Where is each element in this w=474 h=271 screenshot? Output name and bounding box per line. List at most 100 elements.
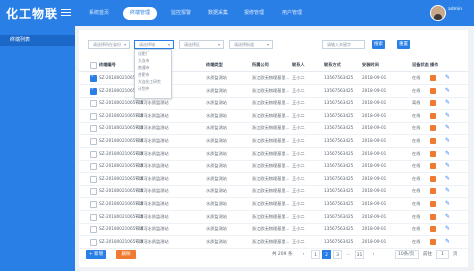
edit-icon[interactable]: ✎	[445, 99, 452, 106]
row-checkbox[interactable]	[90, 150, 97, 158]
trash-icon[interactable]	[430, 100, 436, 107]
app-logo: 化工物联	[6, 7, 59, 21]
edit-icon[interactable]: ✎	[445, 200, 452, 207]
trash-icon[interactable]	[430, 175, 436, 182]
district-select[interactable]: 请选择区 ▾	[179, 40, 224, 49]
nav-tab[interactable]: 数据采集	[207, 7, 229, 20]
table-row[interactable]: SZ-20180021065725平潭河水质监测站水质监测站浙江欧无物理基里..…	[79, 223, 468, 237]
column-header: 联系人	[292, 62, 305, 67]
page-number-button[interactable]: 1	[311, 250, 320, 259]
dropdown-option[interactable]: 大连市	[135, 57, 171, 64]
row-checkbox[interactable]	[90, 238, 97, 246]
table-row[interactable]: SZ-20180021065725平潭河水质监测站水质监测站浙江欧无物理基里..…	[79, 198, 468, 211]
edit-icon[interactable]: ✎	[445, 162, 452, 169]
reset-button[interactable]: 重置	[397, 40, 410, 49]
row-checkbox[interactable]	[90, 163, 97, 171]
edit-icon[interactable]: ✎	[445, 238, 452, 245]
city-select-placeholder: 请选择城	[139, 42, 155, 47]
trash-icon[interactable]	[430, 226, 436, 233]
table-row[interactable]: SZ-20180021065725平潭河水质监测站水质监测站浙江欧无物理基里..…	[79, 185, 468, 199]
dropdown-option[interactable]: 化肥厂	[135, 50, 171, 57]
row-checkbox[interactable]	[90, 112, 97, 120]
table-row[interactable]: SZ-20180021065725平潭河水质监测站水质监测站浙江欧无物理基里..…	[79, 122, 468, 136]
cell-date: 2018-09-01	[362, 175, 387, 181]
nav-tab[interactable]: 终端管理	[123, 7, 157, 20]
search-button[interactable]: 搜索	[372, 40, 385, 49]
row-checkbox[interactable]	[90, 100, 97, 108]
edit-icon[interactable]: ✎	[445, 137, 452, 144]
trash-icon[interactable]	[430, 75, 436, 81]
row-checkbox[interactable]	[90, 201, 97, 208]
edit-icon[interactable]: ✎	[445, 187, 452, 194]
table-row[interactable]: SZ-20180021065725平潭河水质监测站水质监测站浙江欧无物理基里..…	[79, 211, 468, 224]
edit-icon[interactable]: ✎	[445, 225, 452, 232]
goto-page-input[interactable]: 1	[436, 250, 449, 259]
table-row[interactable]: SZ-20180021065725平潭河水质监测站水质监测站浙江欧无物理基里..…	[79, 135, 468, 148]
row-checkbox[interactable]	[90, 175, 97, 183]
edit-icon[interactable]: ✎	[445, 175, 452, 182]
page-number-button[interactable]: 3	[333, 250, 342, 259]
table-row[interactable]: SZ-20180021065725平潭河水质监测站水质监测站浙江欧无物理基里..…	[79, 160, 468, 174]
sidebar-item-terminal-list[interactable]: 终端列表	[0, 35, 75, 46]
cell-date: 2018-09-01	[362, 163, 387, 169]
cell-company: 浙江欧无物理基里...	[252, 201, 290, 206]
table-row[interactable]: SZ-20180021065725平潭河水质监测站水质监测站浙江欧无物理基里..…	[79, 97, 468, 111]
dropdown-option[interactable]: 计划中	[135, 85, 171, 92]
dropdown-option[interactable]: 大连化工研究	[135, 78, 171, 85]
trash-icon[interactable]	[430, 201, 436, 207]
dropdown-option[interactable]: 南通市	[135, 64, 171, 71]
edit-icon[interactable]: ✎	[445, 112, 452, 119]
hamburger-menu-icon[interactable]	[61, 9, 71, 17]
trash-icon[interactable]	[430, 112, 436, 119]
province-select[interactable]: 请选择所在省份 ▾	[88, 40, 130, 49]
row-checkbox[interactable]	[90, 87, 97, 95]
edit-icon[interactable]: ✎	[445, 124, 452, 131]
row-checkbox[interactable]	[90, 74, 97, 82]
trash-icon[interactable]	[430, 213, 436, 220]
trash-icon[interactable]	[430, 125, 436, 132]
edit-icon[interactable]: ✎	[445, 87, 452, 94]
select-all-checkbox[interactable]	[90, 62, 97, 69]
prev-page-button[interactable]: ‹	[299, 250, 308, 259]
page-size-select[interactable]: 10条/页	[395, 250, 419, 259]
trash-icon[interactable]	[430, 150, 436, 157]
add-button[interactable]: + 新增	[86, 250, 106, 259]
next-page-button[interactable]: ›	[369, 250, 378, 259]
edit-icon[interactable]: ✎	[445, 213, 452, 220]
table-row[interactable]: SZ-20180021065725平潭河水质监测站水质监测站浙江欧无物理基里..…	[79, 110, 468, 123]
nav-tab[interactable]: 用户管理	[281, 7, 303, 20]
nav-tab[interactable]: 系统首页	[88, 7, 110, 20]
table-row[interactable]: SZ-20180021065725平潭河水质监测站水质监测站浙江欧无物理基里..…	[79, 148, 468, 161]
edit-icon[interactable]: ✎	[445, 74, 452, 81]
table-row[interactable]: SZ-20180021065725平潭河水质监测站水质监测站浙江欧无物理基里..…	[79, 173, 468, 186]
user-name[interactable]: admin	[448, 7, 462, 12]
cell-name: 平潭河水质监测站	[135, 150, 169, 156]
trash-icon[interactable]	[430, 138, 436, 144]
delete-button[interactable]: 删除	[116, 250, 136, 259]
keyword-input[interactable]: 请输入关键字	[322, 40, 365, 49]
edit-icon[interactable]: ✎	[445, 150, 452, 157]
row-checkbox[interactable]	[90, 226, 97, 234]
row-checkbox[interactable]	[90, 138, 97, 145]
row-checkbox[interactable]	[90, 125, 97, 133]
page-number-button[interactable]: 2	[322, 250, 331, 259]
cell-date: 2018-09-01	[362, 201, 387, 206]
trash-icon[interactable]	[430, 87, 436, 94]
street-select[interactable]: 请选择街道 ▾	[229, 40, 273, 49]
city-select[interactable]: 请选择城 ▾	[134, 40, 174, 49]
avatar[interactable]	[430, 5, 446, 21]
trash-icon[interactable]	[430, 188, 436, 195]
table-row[interactable]: SZ-20180021065725平潭河水质监测站水质监测站浙江欧无物理基里..…	[79, 236, 468, 249]
nav-tab[interactable]: 报修管理	[243, 7, 265, 20]
page-number-button[interactable]: 31	[355, 250, 364, 259]
page-number-button[interactable]: ...	[344, 250, 353, 259]
dropdown-option[interactable]: 合肥市	[135, 71, 171, 78]
row-checkbox[interactable]	[90, 188, 97, 196]
cell-company: 浙江欧无物理基里...	[252, 100, 290, 106]
trash-icon[interactable]	[430, 238, 436, 245]
row-checkbox[interactable]	[90, 213, 97, 221]
trash-icon[interactable]	[430, 163, 436, 170]
chevron-down-icon: ▾	[167, 42, 170, 47]
cell-status: 在线	[412, 188, 421, 194]
nav-tab[interactable]: 监控报警	[170, 7, 192, 20]
